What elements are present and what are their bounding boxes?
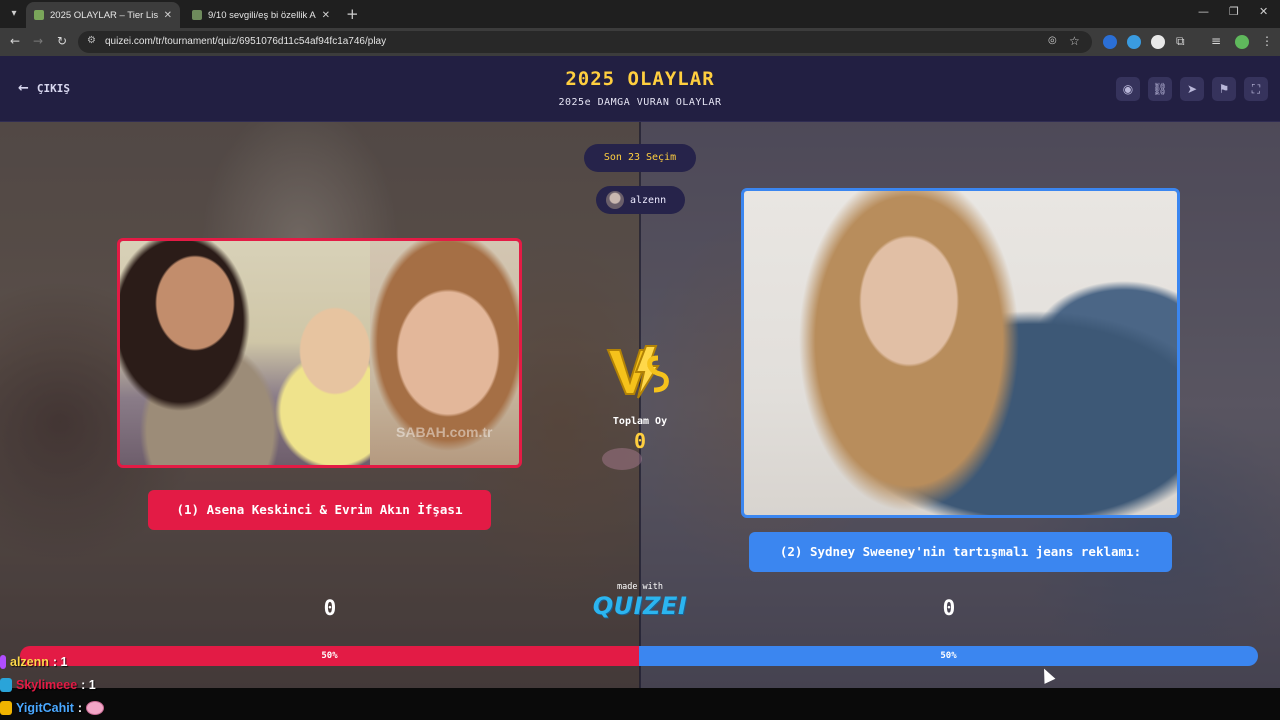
bottom-bar: [0, 688, 1280, 720]
chat-badge-icon: [0, 655, 6, 669]
username: alzenn: [630, 194, 667, 206]
reading-list-icon[interactable]: ≡: [1211, 34, 1221, 48]
forward-icon[interactable]: →: [33, 34, 43, 48]
minimize-icon[interactable]: —: [1198, 5, 1209, 18]
avatar: [606, 191, 624, 209]
extensions-puzzle-icon[interactable]: ⧉: [1176, 34, 1185, 49]
option-2-label[interactable]: (2) Sydney Sweeney'nin tartışmalı jeans …: [749, 532, 1172, 572]
browser-tabstrip: ▾ 2025 OLAYLAR – Tier List, Kör Seçim ✕ …: [0, 0, 1280, 28]
option-2-score: 0: [942, 596, 956, 620]
tab-search-icon[interactable]: ▾: [6, 6, 22, 22]
profile-avatar[interactable]: [1235, 35, 1249, 49]
brain-emoji-icon: [86, 701, 105, 715]
favicon-icon: [34, 10, 44, 20]
new-tab-icon[interactable]: +: [346, 5, 359, 23]
photo-right: [744, 191, 1177, 515]
option-1-score: 0: [323, 596, 337, 620]
option-2-percent-bar: 50%: [639, 646, 1258, 666]
total-votes-value: 0: [633, 429, 647, 453]
chat-message: YigitCahit :: [0, 698, 105, 718]
option-2-image[interactable]: [741, 188, 1180, 518]
address-bar[interactable]: ⚙ quizei.com/tr/tournament/quiz/6951076d…: [78, 31, 1092, 53]
browser-toolbar: ← → ↻ ⚙ quizei.com/tr/tournament/quiz/69…: [0, 28, 1280, 56]
tab-title: 2025 OLAYLAR – Tier List, Kör Seçim: [50, 9, 158, 21]
tab-title: 9/10 sevgili/eş bi özellik AMA ...: [208, 9, 316, 21]
extension-icon[interactable]: [1103, 35, 1117, 49]
link-icon[interactable]: ⛓: [1148, 77, 1172, 101]
page-subtitle: 2025e DAMGA VURAN OLAYLAR: [558, 97, 722, 108]
chat-text: : 1: [52, 655, 68, 669]
tournament-stage: Son 23 Seçim alzenn SABAH.com.tr (1) Ase…: [0, 122, 1280, 688]
send-icon[interactable]: ➤: [1180, 77, 1204, 101]
brain-emoji-icon: [602, 448, 642, 470]
app-header: ← ÇIKIŞ 2025 OLAYLAR 2025e DAMGA VURAN O…: [0, 56, 1280, 122]
chat-message: alzenn : 1: [0, 652, 68, 672]
page-title: 2025 OLAYLAR: [565, 68, 715, 90]
extension-icon[interactable]: [1127, 35, 1141, 49]
eye-icon[interactable]: ◉: [1116, 77, 1140, 101]
bookmark-star-icon[interactable]: ☆: [1069, 34, 1080, 48]
close-tab-icon[interactable]: ✕: [322, 10, 330, 21]
flag-icon[interactable]: ⚑: [1212, 77, 1236, 101]
browser-tab[interactable]: 9/10 sevgili/eş bi özellik AMA ... ✕: [184, 2, 338, 28]
fullscreen-icon[interactable]: ⛶: [1244, 77, 1268, 101]
restore-icon[interactable]: ❐: [1229, 5, 1239, 18]
browser-tab-active[interactable]: 2025 OLAYLAR – Tier List, Kör Seçim ✕: [26, 2, 180, 28]
chat-username: alzenn: [10, 655, 49, 669]
more-menu-icon[interactable]: ⋮: [1261, 34, 1273, 48]
chat-username: Skylimeee: [16, 678, 78, 692]
tracking-eye-icon[interactable]: ◎: [1048, 35, 1057, 46]
option-1-percent-bar: 50%: [20, 646, 639, 666]
total-votes-label: Toplam Oy: [612, 416, 668, 427]
photo-left-part-a: [120, 241, 370, 465]
close-window-icon[interactable]: ✕: [1259, 5, 1268, 18]
reload-icon[interactable]: ↻: [57, 34, 67, 48]
chat-badge-icon: [0, 678, 12, 692]
chat-text: :: [77, 701, 83, 715]
back-icon[interactable]: ←: [10, 34, 20, 48]
option-1-label[interactable]: (1) Asena Keskinci & Evrim Akın İfşası: [148, 490, 491, 530]
extension-icon[interactable]: [1151, 35, 1165, 49]
round-badge: Son 23 Seçim: [584, 144, 696, 172]
chat-message: Skylimeee : 1: [0, 675, 96, 695]
user-badge: alzenn: [596, 186, 685, 214]
option-1-percent: 50%: [321, 651, 338, 661]
close-tab-icon[interactable]: ✕: [164, 10, 172, 21]
chat-badge-icon: [0, 701, 12, 715]
chat-text: : 1: [81, 678, 96, 692]
photo-watermark: SABAH.com.tr: [396, 424, 493, 440]
chat-username: YigitCahit: [16, 701, 74, 715]
quizei-logo[interactable]: QUIZEI: [580, 592, 700, 620]
option-2-percent: 50%: [940, 651, 957, 661]
option-1-image[interactable]: SABAH.com.tr: [117, 238, 522, 468]
favicon-icon: [192, 10, 202, 20]
made-with-text: made with: [616, 582, 664, 592]
url-text[interactable]: quizei.com/tr/tournament/quiz/6951076d11…: [105, 36, 386, 47]
versus-lightning-icon: [606, 345, 669, 399]
site-info-icon[interactable]: ⚙: [87, 35, 96, 46]
